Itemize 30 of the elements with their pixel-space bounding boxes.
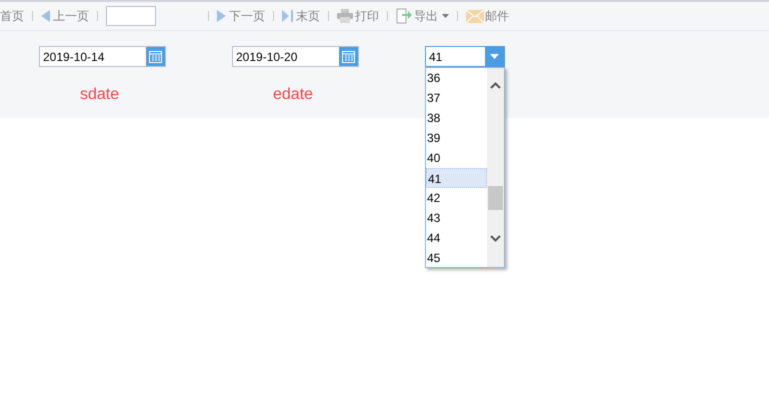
dropdown-option[interactable]: 42	[426, 188, 487, 208]
last-page-icon	[282, 10, 294, 22]
dropdown-option[interactable]: 36	[426, 68, 487, 88]
dropdown-option[interactable]: 43	[426, 208, 487, 228]
dropdown-option[interactable]: 44	[426, 228, 487, 248]
select-field[interactable]: 41	[425, 46, 505, 67]
envelope-icon	[466, 10, 484, 22]
date-field[interactable]: 2019-10-14	[39, 46, 166, 67]
scrollbar-thumb[interactable]	[488, 186, 503, 210]
scroll-up-icon	[490, 82, 501, 89]
printer-icon	[337, 9, 353, 23]
dropdown-option[interactable]: 41	[426, 168, 487, 188]
caret-icon	[442, 14, 449, 18]
dropdown-option[interactable]: 37	[426, 88, 487, 108]
dropdown-option[interactable]: 39	[426, 128, 487, 148]
right-triangle-icon	[217, 10, 226, 22]
date-field[interactable]: 2019-10-20	[232, 46, 359, 67]
calendar-icon	[342, 50, 355, 63]
export-document-icon	[396, 8, 412, 24]
scroll-down-icon	[490, 235, 501, 242]
scrollbar[interactable]	[487, 68, 504, 267]
left-triangle-icon	[41, 10, 50, 22]
dropdown-option[interactable]: 40	[426, 148, 487, 168]
calendar-icon	[149, 50, 162, 63]
dropdown-arrow-icon	[490, 54, 499, 59]
field-caption: sdate	[80, 85, 120, 105]
dropdown-option[interactable]: 38	[426, 108, 487, 128]
page-number-field[interactable]	[106, 6, 156, 26]
field-caption: edate	[273, 85, 314, 105]
dropdown-option[interactable]: 45	[426, 248, 487, 268]
